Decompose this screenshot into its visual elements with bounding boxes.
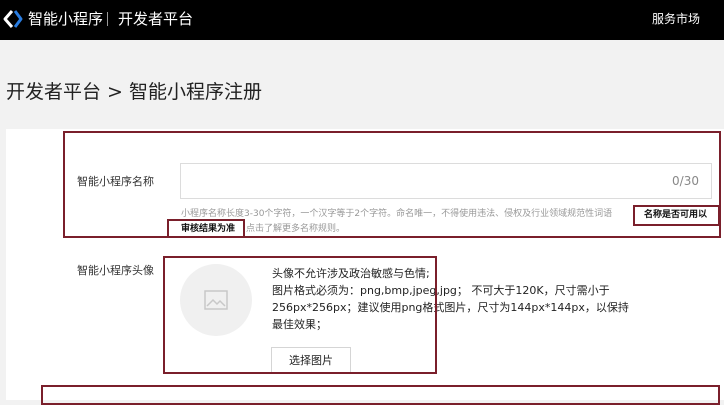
service-market-link[interactable]: 服务市场: [652, 10, 700, 28]
page-title-breadcrumb: 开发者平台 > 智能小程序注册: [6, 81, 262, 103]
highlight-next-section: [41, 385, 720, 405]
brand-divider: [107, 12, 108, 26]
highlight-name-section: [63, 131, 721, 238]
highlight-name-availability: [633, 205, 720, 226]
app-avatar-label: 智能小程序头像: [77, 264, 154, 277]
platform-title[interactable]: 开发者平台: [118, 9, 193, 29]
highlight-review-result: [167, 219, 245, 238]
brand-title[interactable]: 智能小程序: [28, 9, 103, 29]
highlight-avatar-section: [163, 256, 437, 374]
baidu-smart-app-logo-icon[interactable]: [3, 9, 23, 29]
top-bar: 智能小程序 开发者平台 服务市场: [0, 0, 724, 40]
